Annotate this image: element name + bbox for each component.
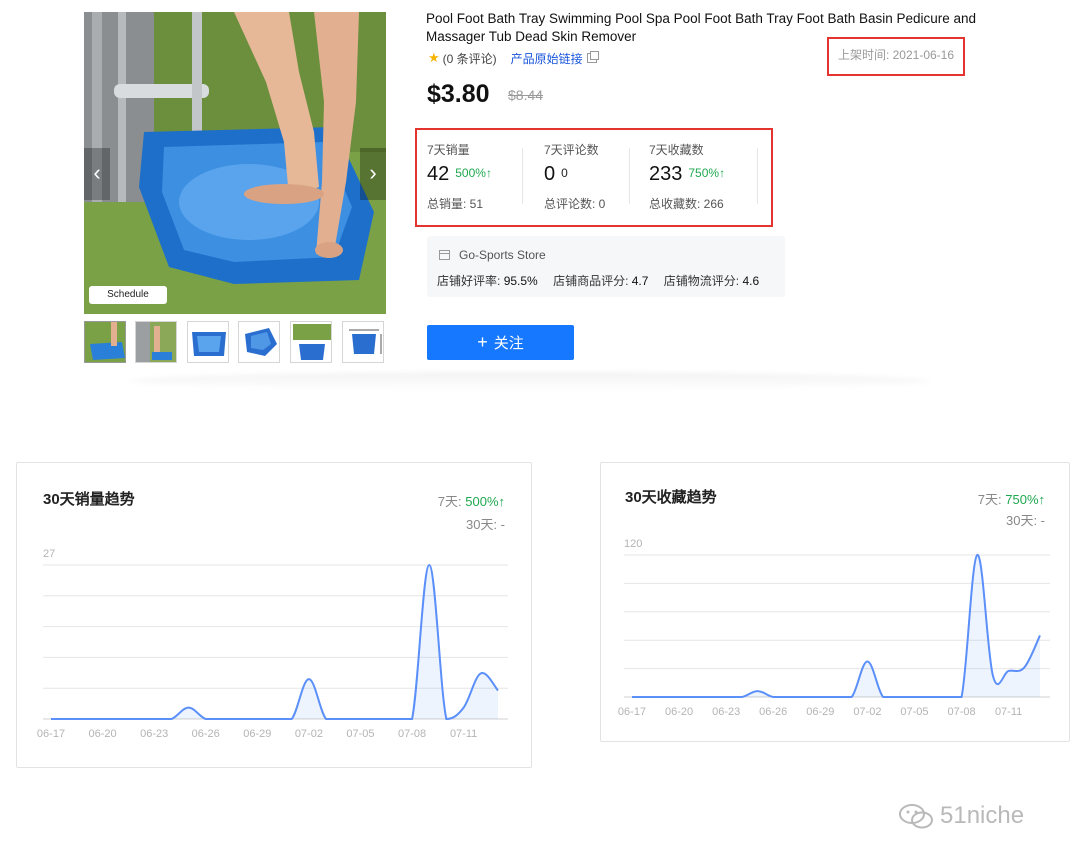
logistics-score-value: 4.6: [742, 274, 760, 288]
logistics-score-label: 店铺物流评分:: [663, 274, 740, 288]
x-tick-label: 06-29: [806, 706, 834, 718]
star-icon: ★: [428, 50, 440, 65]
x-tick-label: 06-29: [243, 728, 271, 740]
divider: [757, 148, 758, 204]
sales-trend-chart: 27 06-17 06-20 06-23 06-26 06-29 07-02 07-05 07-…: [37, 548, 508, 740]
launch-date: 上架时间: 2021-06-16: [827, 37, 965, 76]
x-tick-label: 07-11: [450, 728, 477, 740]
product-photo: [84, 12, 386, 314]
positive-rate-label: 店铺好评率:: [437, 274, 501, 288]
stat-label: 7天销量: [427, 143, 470, 157]
stat-change: 500%↑: [455, 166, 492, 180]
thumbnail-3[interactable]: [187, 321, 229, 363]
thumbnail-strip: [84, 321, 386, 365]
follow-button[interactable]: + 关注: [427, 325, 574, 360]
chevron-right-icon[interactable]: ›: [360, 148, 386, 200]
review-count: (0 条评论): [442, 51, 497, 66]
stat-number: 42: [427, 163, 450, 185]
y-tick-label: 27: [43, 548, 55, 560]
stat-total: 总收藏数: 266: [649, 197, 724, 211]
sales-trend-card: 30天销量趋势 7天: 500%↑ 30天: - 27 06-17 06-20 06-…: [16, 462, 532, 768]
x-tick-label: 06-23: [140, 728, 168, 740]
x-tick-label: 06-26: [759, 706, 787, 718]
original-price: $8.44: [508, 87, 544, 103]
store-name-row[interactable]: Go-Sports Store: [439, 248, 546, 262]
thumbnail-1[interactable]: [84, 321, 126, 363]
store-panel: Go-Sports Store 店铺好评率: 95.5% 店铺商品评分: 4.7…: [427, 236, 785, 297]
watermark-text: 51niche: [940, 802, 1025, 829]
stats-panel: 7天销量 42 500%↑ 总销量: 51 7天评论数 00 总评论数: 0 7天…: [415, 128, 773, 227]
stat-value: 00: [544, 163, 568, 186]
thumbnail-4[interactable]: [238, 321, 280, 363]
x-tick-label: 07-08: [398, 728, 426, 740]
favorites-trend-chart: 120 06-17 06-20 06-23 06-26 06-29 07-02 07-05 07…: [618, 538, 1050, 718]
store-name[interactable]: Go-Sports Store: [459, 248, 546, 262]
x-tick-label: 07-11: [995, 706, 1022, 718]
stat-total: 总销量: 51: [427, 197, 484, 211]
x-tick-label: 07-05: [346, 728, 374, 740]
stat-number: 0: [544, 163, 556, 185]
x-tick-label: 06-17: [37, 728, 65, 740]
product-main-image[interactable]: ‹ › Schedule: [84, 12, 386, 314]
current-price: $3.80: [427, 80, 490, 108]
x-tick-label: 06-23: [712, 706, 740, 718]
favorites-trend-card: 30天收藏趋势 7天: 750%↑ 30天: - 120 06-17 06-20 06…: [600, 462, 1070, 742]
series-area: [51, 565, 498, 719]
store-metrics: 店铺好评率: 95.5% 店铺商品评分: 4.7 店铺物流评分: 4.6: [437, 272, 771, 289]
y-tick-label: 120: [624, 538, 642, 550]
positive-rate-value: 95.5%: [503, 274, 538, 288]
schedule-badge: Schedule: [89, 286, 167, 304]
stat-total: 总评论数: 0: [544, 197, 606, 211]
x-tick-label: 06-20: [89, 728, 117, 740]
copy-icon[interactable]: [586, 51, 599, 63]
section-shadow: [130, 372, 930, 390]
thumbnail-6[interactable]: [342, 321, 384, 363]
original-product-link[interactable]: 产品原始链接: [511, 50, 583, 67]
x-tick-label: 07-02: [853, 706, 881, 718]
thumbnail-5[interactable]: [290, 321, 332, 363]
x-tick-label: 07-05: [900, 706, 928, 718]
x-tick-label: 06-26: [192, 728, 220, 740]
stat-label: 7天评论数: [544, 143, 599, 157]
rating-row: ★ (0 条评论) 产品原始链接: [428, 50, 599, 67]
stat-value: 233 750%↑: [649, 163, 725, 186]
x-tick-label: 07-02: [295, 728, 323, 740]
divider: [629, 148, 630, 204]
follow-label: 关注: [493, 335, 524, 352]
stat-value: 42 500%↑: [427, 163, 492, 186]
stat-label: 7天收藏数: [649, 143, 704, 157]
product-score-label: 店铺商品评分:: [553, 274, 629, 288]
store-icon: [439, 250, 450, 260]
stat-change: 0: [561, 166, 568, 180]
wechat-icon: [899, 804, 933, 829]
x-tick-label: 06-17: [618, 706, 646, 718]
stat-number: 233: [649, 163, 683, 185]
divider: [522, 148, 523, 204]
stat-change: 750%↑: [688, 166, 726, 180]
watermark: 51niche: [898, 802, 1024, 830]
thumbnail-2[interactable]: [135, 321, 177, 363]
product-score-value: 4.7: [631, 274, 649, 288]
plus-icon: +: [477, 332, 488, 352]
x-tick-label: 06-20: [665, 706, 693, 718]
chevron-left-icon[interactable]: ‹: [84, 148, 110, 200]
series-area: [632, 554, 1040, 697]
x-tick-label: 07-08: [947, 706, 975, 718]
